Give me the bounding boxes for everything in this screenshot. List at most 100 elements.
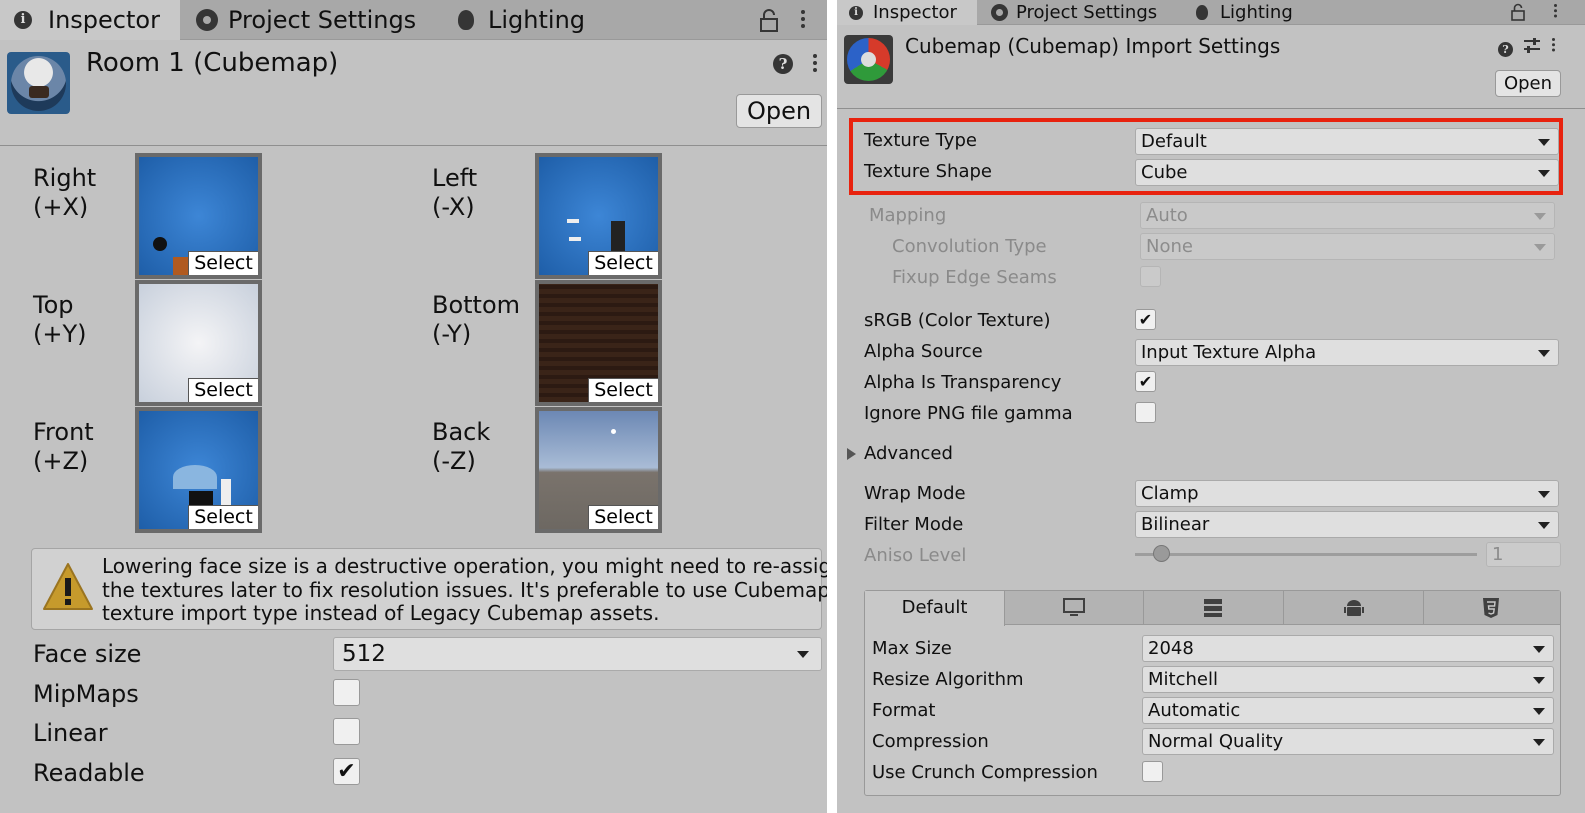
server-icon <box>1204 599 1222 617</box>
alpha-source-value: Input Texture Alpha <box>1141 342 1317 363</box>
face-thumb-back[interactable]: Select <box>535 407 662 533</box>
chevron-down-icon <box>1533 645 1545 653</box>
left-inspector-panel: i Inspector Project Settings Lighting Ro… <box>0 0 827 813</box>
srgb-checkbox[interactable]: ✔ <box>1135 309 1156 330</box>
checkmark-icon: ✔ <box>1138 372 1153 391</box>
gear-icon <box>196 9 218 31</box>
header-menu-icon[interactable] <box>1552 38 1555 54</box>
crunch-compression-checkbox[interactable] <box>1142 761 1163 782</box>
platform-tab-server[interactable] <box>1144 591 1284 625</box>
platform-tab-default[interactable]: Default <box>865 591 1005 626</box>
resize-algorithm-dropdown[interactable]: Mitchell <box>1142 666 1554 693</box>
mipmaps-checkbox[interactable] <box>333 679 360 706</box>
tab-label: Project Settings <box>228 6 417 34</box>
alpha-source-dropdown[interactable]: Input Texture Alpha <box>1135 339 1559 366</box>
mapping-value: Auto <box>1146 205 1188 226</box>
select-button[interactable]: Select <box>588 378 658 402</box>
warning-icon <box>43 563 93 610</box>
lock-icon[interactable] <box>759 8 779 32</box>
alpha-is-transparency-checkbox[interactable]: ✔ <box>1135 371 1156 392</box>
face-thumb-bottom[interactable]: Select <box>535 280 662 406</box>
filter-mode-value: Bilinear <box>1141 514 1210 535</box>
ignore-png-gamma-checkbox[interactable] <box>1135 402 1156 423</box>
open-button[interactable]: Open <box>736 94 822 128</box>
chevron-down-icon <box>1538 490 1550 498</box>
monitor-icon <box>1063 598 1085 616</box>
select-button[interactable]: Select <box>188 505 258 529</box>
texture-shape-dropdown[interactable]: Cube <box>1135 159 1559 186</box>
lightbulb-icon <box>1196 5 1208 20</box>
chevron-down-icon <box>1533 707 1545 715</box>
preset-sliders-icon[interactable] <box>1523 37 1541 54</box>
face-size-label: Face size <box>33 640 142 668</box>
select-button[interactable]: Select <box>588 505 658 529</box>
platform-tab-webgl[interactable] <box>1424 591 1560 625</box>
filter-mode-label: Filter Mode <box>864 514 964 535</box>
wrap-mode-dropdown[interactable]: Clamp <box>1135 480 1559 507</box>
tab-project-settings[interactable]: Project Settings <box>991 0 1157 25</box>
tab-label: Project Settings <box>1016 2 1158 23</box>
ignore-png-gamma-label: Ignore PNG file gamma <box>864 403 1073 424</box>
texture-type-dropdown[interactable]: Default <box>1135 128 1559 155</box>
header-divider <box>837 108 1585 109</box>
open-button[interactable]: Open <box>1495 70 1561 97</box>
warning-box: Lowering face size is a destructive oper… <box>31 548 827 630</box>
tab-label: Inspector <box>873 2 957 23</box>
right-inspector-panel: i Inspector Project Settings Lighting Cu… <box>837 0 1585 813</box>
help-icon[interactable]: ? <box>773 54 793 74</box>
select-button[interactable]: Select <box>588 251 658 275</box>
lock-icon[interactable] <box>1511 3 1525 21</box>
format-dropdown[interactable]: Automatic <box>1142 697 1554 724</box>
readable-checkbox[interactable]: ✔ <box>333 758 360 785</box>
select-button[interactable]: Select <box>188 378 258 402</box>
tab-inspector[interactable]: i Inspector <box>0 0 180 40</box>
tab-project-settings[interactable]: Project Settings <box>196 0 416 40</box>
face-thumb-front[interactable]: Select <box>135 407 262 533</box>
face-thumb-left[interactable]: Select <box>535 153 662 279</box>
android-icon <box>1344 600 1364 616</box>
lightbulb-icon <box>458 10 474 30</box>
advanced-foldout[interactable]: Advanced <box>847 443 953 464</box>
face-size-dropdown[interactable]: 512 <box>333 637 822 671</box>
compression-dropdown[interactable]: Normal Quality <box>1142 728 1554 755</box>
linear-label: Linear <box>33 719 108 747</box>
srgb-label: sRGB (Color Texture) <box>864 310 1051 331</box>
face-size-value: 512 <box>342 641 386 667</box>
platform-tab-standalone[interactable] <box>1005 591 1144 625</box>
select-button[interactable]: Select <box>188 251 258 275</box>
filter-mode-dropdown[interactable]: Bilinear <box>1135 511 1559 538</box>
tab-lighting[interactable]: Lighting <box>1196 0 1293 25</box>
tab-label: Lighting <box>488 6 586 34</box>
face-thumb-right[interactable]: Select <box>135 153 262 279</box>
cubemap-asset-icon <box>7 52 70 114</box>
fixup-edge-seams-checkbox <box>1140 266 1161 287</box>
mipmaps-label: MipMaps <box>33 680 139 708</box>
tab-lighting[interactable]: Lighting <box>458 0 585 40</box>
wrap-mode-label: Wrap Mode <box>864 483 966 504</box>
chevron-down-icon <box>1533 676 1545 684</box>
tab-inspector[interactable]: i Inspector <box>837 0 977 25</box>
face-thumb-top[interactable]: Select <box>135 280 262 406</box>
max-size-value: 2048 <box>1148 638 1194 659</box>
linear-checkbox[interactable] <box>333 718 360 745</box>
header-menu-icon[interactable] <box>813 54 817 75</box>
wrap-mode-value: Clamp <box>1141 483 1199 504</box>
aniso-level-label: Aniso Level <box>864 545 967 566</box>
chevron-down-icon <box>1538 169 1550 177</box>
max-size-dropdown[interactable]: 2048 <box>1142 635 1554 662</box>
resize-algorithm-label: Resize Algorithm <box>872 669 1024 690</box>
fixup-edge-seams-label: Fixup Edge Seams <box>892 267 1057 288</box>
mapping-dropdown: Auto <box>1140 202 1555 229</box>
tab-menu-icon[interactable] <box>1554 4 1557 20</box>
platform-tab-android[interactable] <box>1284 591 1424 625</box>
face-label-bottom: Bottom (-Y) <box>432 291 521 348</box>
alpha-is-transparency-label: Alpha Is Transparency <box>864 372 1062 393</box>
tab-menu-icon[interactable] <box>801 10 805 31</box>
face-label-front: Front (+Z) <box>33 418 94 475</box>
max-size-label: Max Size <box>872 638 952 659</box>
chevron-down-icon <box>1538 521 1550 529</box>
texture-type-value: Default <box>1141 131 1207 152</box>
help-icon[interactable]: ? <box>1498 42 1513 57</box>
format-label: Format <box>872 700 936 721</box>
chevron-down-icon <box>1533 738 1545 746</box>
